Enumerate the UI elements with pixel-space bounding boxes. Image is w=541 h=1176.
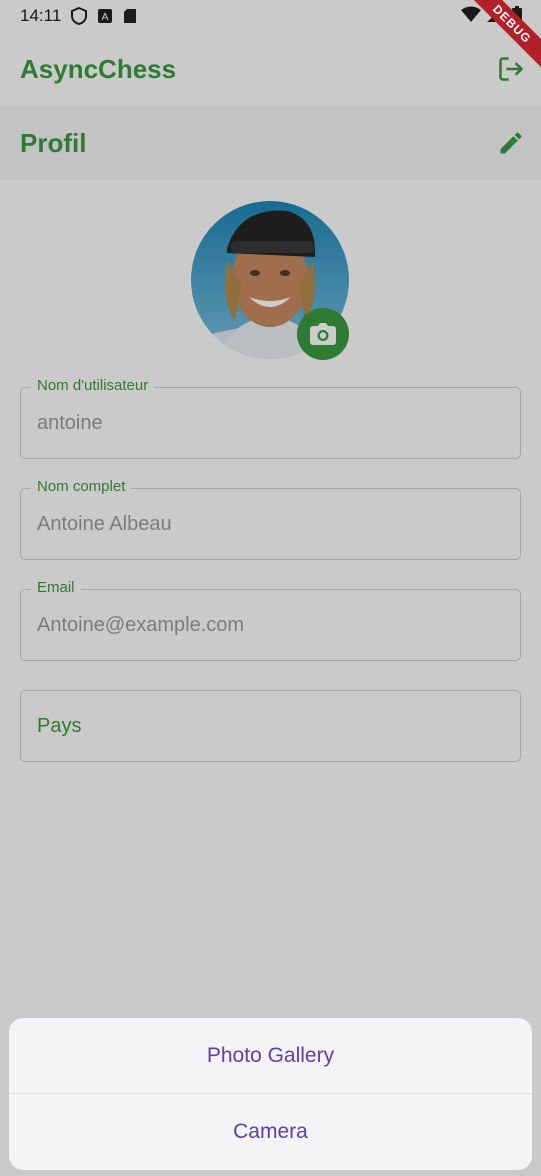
camera-option[interactable]: Camera [9,1094,532,1169]
photo-gallery-option[interactable]: Photo Gallery [9,1018,532,1093]
photo-source-sheet: Photo Gallery Camera [9,1018,532,1170]
modal-scrim[interactable] [0,0,541,1176]
